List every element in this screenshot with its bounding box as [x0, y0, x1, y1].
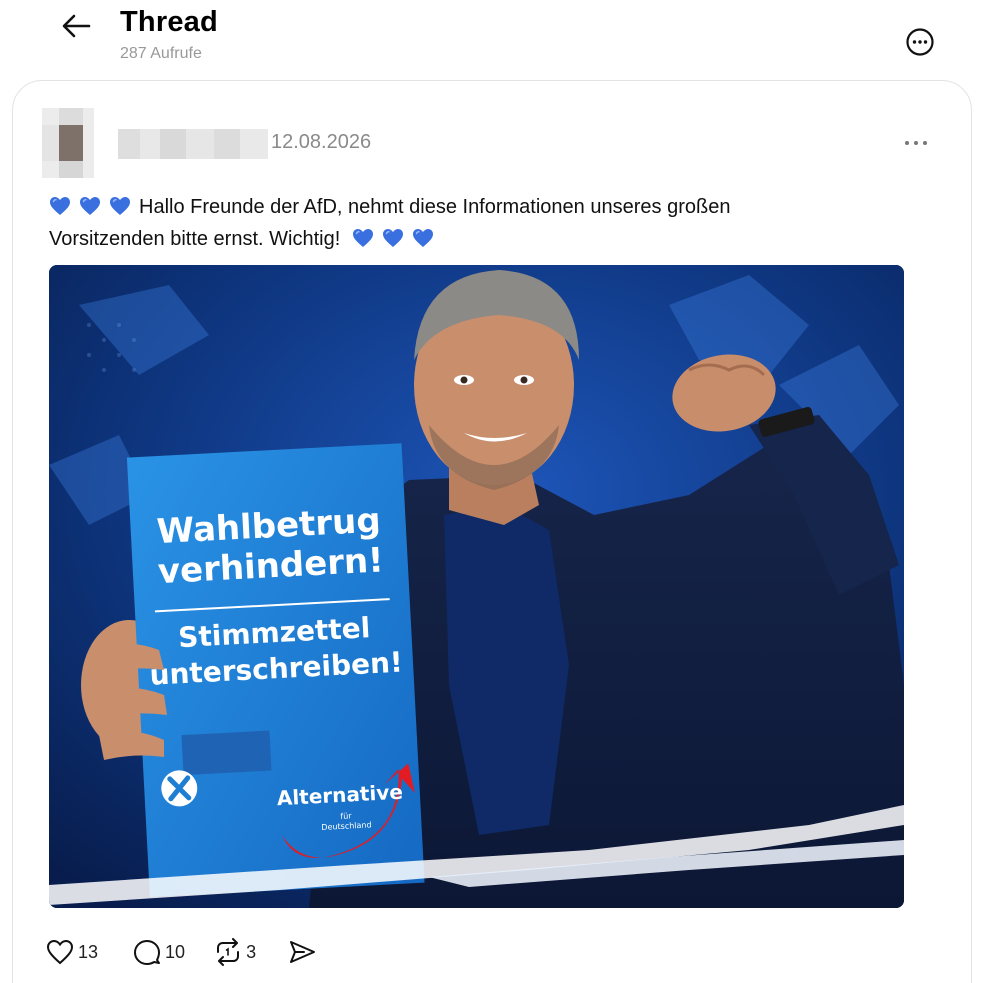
page-title: Thread [120, 6, 218, 38]
post-text-line-1: Hallo Freunde der AfD, nehmt diese Infor… [49, 191, 909, 223]
dot-icon [914, 141, 918, 145]
post-actions: 13 10 3 [46, 934, 316, 970]
blue-heart-icon [79, 196, 101, 216]
like-button[interactable]: 13 [46, 939, 98, 965]
repost-count: 3 [246, 941, 257, 962]
post-image-graphic: Wahlbetrug verhindern! Stimmzettel unter… [49, 265, 904, 908]
more-options-button[interactable] [903, 25, 937, 59]
afd-logo-subtext-1: für [340, 811, 352, 821]
repost-icon [217, 938, 240, 966]
post-text-content-1: Hallo Freunde der AfD, nehmt diese Infor… [139, 196, 731, 218]
username-blurred[interactable] [118, 129, 268, 159]
repost-button[interactable]: 3 [214, 938, 256, 966]
send-icon [290, 941, 316, 963]
reply-button[interactable]: 10 [133, 939, 185, 965]
flyer: Wahlbetrug verhindern! Stimmzettel unter… [126, 443, 425, 898]
blue-heart-icon [352, 228, 374, 248]
view-count: 287 Aufrufe [120, 45, 202, 62]
comment-icon [134, 940, 161, 965]
blue-heart-icon [382, 228, 404, 248]
blue-heart-icon [109, 196, 131, 216]
reply-count: 10 [165, 941, 186, 962]
avatar[interactable] [42, 108, 94, 178]
back-button[interactable] [56, 8, 96, 44]
dot-icon [905, 141, 909, 145]
like-count: 13 [78, 941, 99, 962]
arrow-left-icon [62, 14, 91, 38]
share-button[interactable] [288, 939, 316, 965]
blue-heart-icon [412, 228, 434, 248]
top-bar: Thread 287 Aufrufe [0, 0, 986, 80]
post-image[interactable]: Wahlbetrug verhindern! Stimmzettel unter… [49, 265, 904, 908]
heart-icon [46, 939, 74, 965]
blue-heart-icon [49, 196, 71, 216]
more-circle-icon [906, 28, 934, 56]
post-text-content-2: Vorsitzenden bitte ernst. Wichtig! [49, 228, 341, 250]
post-date[interactable]: 12.08.2026 [271, 131, 371, 154]
post-text: Hallo Freunde der AfD, nehmt diese Infor… [49, 191, 909, 255]
post-more-button[interactable] [896, 128, 936, 158]
post-text-line-2: Vorsitzenden bitte ernst. Wichtig! [49, 223, 909, 255]
dot-icon [923, 141, 927, 145]
